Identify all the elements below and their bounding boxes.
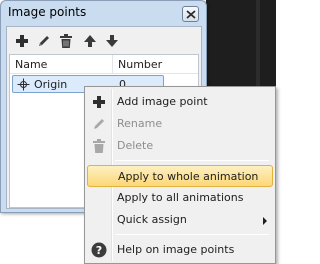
rename-icon bbox=[39, 36, 49, 46]
menu-item-label: Delete bbox=[117, 139, 154, 152]
menu-separator bbox=[115, 234, 269, 235]
context-menu: Add image point Rename Delete Apply to w… bbox=[84, 86, 276, 264]
delete-icon bbox=[93, 139, 105, 153]
delete-button[interactable] bbox=[57, 32, 75, 50]
menu-item-label: Rename bbox=[117, 117, 163, 130]
toolbar bbox=[7, 27, 201, 53]
column-header-name[interactable]: Name bbox=[15, 58, 47, 71]
menu-item-label: Apply to whole animation bbox=[118, 170, 259, 183]
list-header: Name Number bbox=[10, 55, 198, 74]
close-button[interactable] bbox=[182, 6, 199, 22]
title-bar[interactable]: Image points bbox=[1, 1, 206, 27]
svg-text:?: ? bbox=[96, 244, 102, 257]
menu-item-label: Help on image points bbox=[117, 243, 235, 256]
menu-item-label: Add image point bbox=[117, 95, 208, 108]
submenu-arrow-icon bbox=[263, 217, 267, 225]
add-icon bbox=[16, 35, 28, 47]
menu-item-help-on-image-points[interactable]: ? Help on image points bbox=[87, 239, 273, 261]
menu-item-label: Apply to all animations bbox=[117, 191, 244, 204]
move-up-icon bbox=[84, 35, 96, 47]
rename-icon bbox=[94, 119, 104, 129]
delete-icon bbox=[60, 34, 72, 48]
menu-item-apply-to-all-animations[interactable]: Apply to all animations bbox=[87, 187, 273, 209]
menu-item-delete[interactable]: Delete bbox=[87, 135, 273, 157]
menu-item-add-image-point[interactable]: Add image point bbox=[87, 91, 273, 113]
column-divider[interactable] bbox=[112, 55, 113, 74]
menu-item-apply-to-whole-animation[interactable]: Apply to whole animation bbox=[87, 165, 273, 187]
menu-item-rename[interactable]: Rename bbox=[87, 113, 273, 135]
origin-point-icon bbox=[17, 78, 30, 91]
menu-item-label: Quick assign bbox=[117, 213, 187, 226]
move-down-button[interactable] bbox=[103, 32, 121, 50]
help-icon: ? bbox=[91, 242, 107, 258]
menu-separator bbox=[115, 160, 269, 161]
column-header-number[interactable]: Number bbox=[118, 58, 162, 71]
window-title: Image points bbox=[8, 5, 87, 19]
list-item-name: Origin bbox=[34, 78, 68, 91]
move-down-icon bbox=[106, 35, 118, 47]
move-up-button[interactable] bbox=[81, 32, 99, 50]
close-icon bbox=[186, 10, 196, 19]
menu-item-quick-assign[interactable]: Quick assign bbox=[87, 209, 273, 231]
add-image-point-button[interactable] bbox=[13, 32, 31, 50]
add-icon bbox=[93, 96, 105, 108]
rename-button[interactable] bbox=[35, 32, 53, 50]
